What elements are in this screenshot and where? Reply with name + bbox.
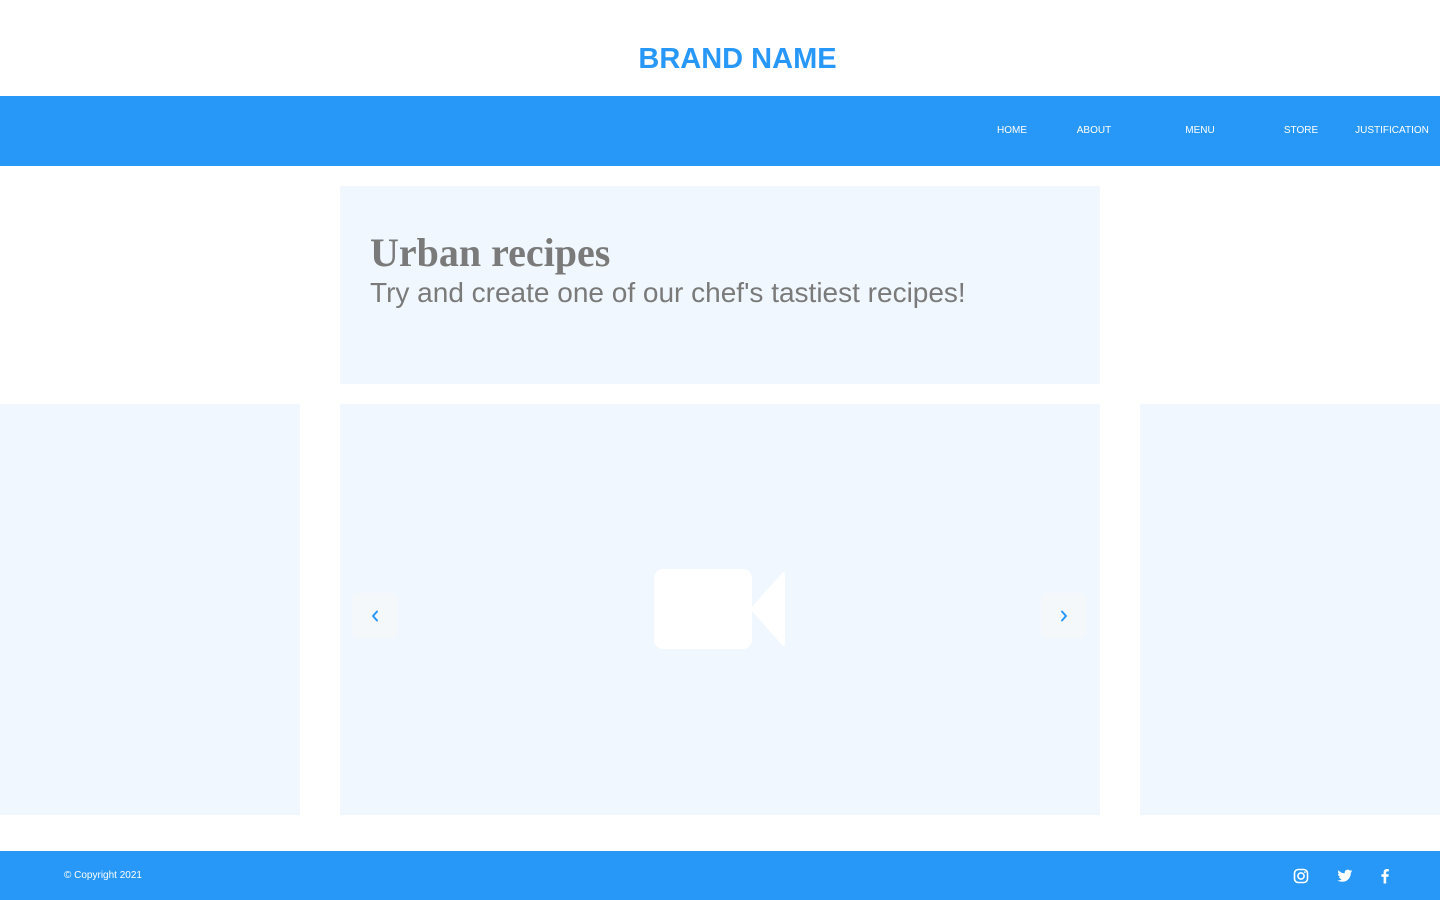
carousel-next-button[interactable]: [1041, 593, 1086, 638]
nav-item-menu[interactable]: MENU: [1180, 96, 1220, 166]
instagram-link[interactable]: [1293, 868, 1309, 884]
facebook-link[interactable]: [1377, 868, 1393, 884]
intro-subtitle: Try and create one of our chef's tasties…: [370, 277, 966, 308]
nav-item-about[interactable]: ABOUT: [1070, 96, 1118, 166]
copyright-text: © Copyright 2021: [64, 870, 142, 881]
chevron-left-icon: [371, 610, 378, 621]
main-navbar: HOME ABOUT MENU STORE JUSTIFICATION: [0, 96, 1440, 166]
brand-name-heading: BRAND NAME: [0, 40, 1440, 78]
intro-title: Urban recipes: [370, 230, 611, 275]
brand-header: BRAND NAME: [0, 0, 1440, 96]
chevron-right-icon: [1060, 610, 1067, 621]
carousel-slide-next[interactable]: [1140, 404, 1440, 815]
site-footer: © Copyright 2021: [0, 851, 1440, 900]
twitter-icon: [1337, 869, 1353, 882]
nav-item-justification[interactable]: JUSTIFICATION: [1350, 96, 1434, 166]
nav-item-home[interactable]: HOME: [992, 96, 1032, 166]
carousel-prev-button[interactable]: [352, 593, 397, 638]
facebook-icon: [1381, 868, 1389, 884]
brand-name-link[interactable]: BRAND NAME: [638, 43, 836, 75]
instagram-icon: [1293, 868, 1309, 884]
carousel-slide-previous[interactable]: [0, 404, 300, 815]
nav-item-store[interactable]: STORE: [1279, 96, 1323, 166]
carousel-slide-current: [340, 404, 1100, 815]
video-camera-icon[interactable]: [654, 567, 786, 651]
intro-card: Urban recipes Try and create one of our …: [340, 186, 1100, 384]
twitter-link[interactable]: [1337, 868, 1353, 884]
